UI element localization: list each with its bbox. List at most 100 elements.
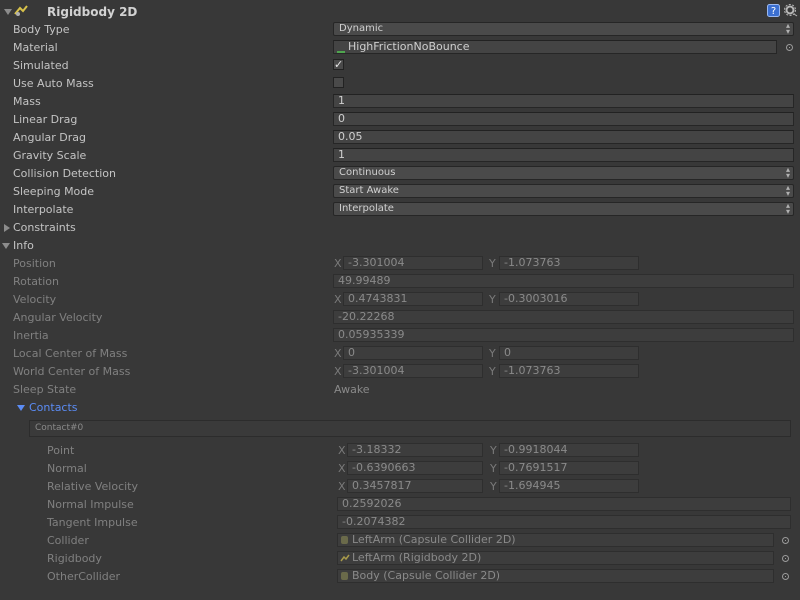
simulated-row: Simulated ✓ <box>0 57 800 75</box>
body-type-value: Dynamic <box>339 23 384 34</box>
world-center-of-mass-x-field: -3.301004 <box>343 364 483 378</box>
material-field[interactable]: HighFrictionNoBounce <box>333 40 777 54</box>
y-axis-label: Y <box>489 257 496 270</box>
collision-detection-dropdown[interactable]: Continuous ▴ ▾ <box>333 166 794 180</box>
world-center-of-mass-row: World Center of Mass X -3.301004 Y -1.07… <box>0 363 800 381</box>
local-center-of-mass-x-field: 0 <box>343 346 483 360</box>
constraints-label: Constraints <box>13 221 76 234</box>
contact-other-collider-row: OtherCollider Body (Capsule Collider 2D) <box>0 568 800 586</box>
contact-point-y-field: -0.9918044 <box>499 443 639 457</box>
inspector-panel: Rigidbody 2D ? Body Type Dynamic ▴ ▾ Mate… <box>0 0 800 600</box>
contact-relative-velocity-x-field: 0.3457817 <box>347 479 483 493</box>
local-center-of-mass-y-field: 0 <box>499 346 639 360</box>
sleep-state-value: Awake <box>334 383 370 396</box>
interpolate-dropdown[interactable]: Interpolate ▴ ▾ <box>333 202 794 216</box>
contact-point-label: Point <box>47 444 75 457</box>
contact-relative-velocity-label: Relative Velocity <box>47 480 139 493</box>
contact-point-x-field: -3.18332 <box>347 443 483 457</box>
simulated-label: Simulated <box>13 59 69 72</box>
sleep-state-row: Sleep State Awake <box>0 381 800 399</box>
contact-rigidbody-field[interactable]: LeftArm (Rigidbody 2D) <box>337 551 774 565</box>
velocity-y-field: -0.3003016 <box>499 292 639 306</box>
contact-collider-label: Collider <box>47 534 89 547</box>
contact-normal-impulse-label: Normal Impulse <box>47 498 134 511</box>
x-axis-label: X <box>338 444 346 457</box>
inertia-label: Inertia <box>13 329 49 342</box>
use-auto-mass-checkbox[interactable] <box>333 77 344 88</box>
simulated-checkbox[interactable]: ✓ <box>333 59 344 70</box>
contact-tangent-impulse-row: Tangent Impulse -0.2074382 <box>0 514 800 532</box>
collision-detection-value: Continuous <box>339 167 396 178</box>
physics-material-icon <box>337 46 345 53</box>
contact-tangent-impulse-label: Tangent Impulse <box>47 516 138 529</box>
local-center-of-mass-row: Local Center of Mass X 0 Y 0 <box>0 345 800 363</box>
inertia-field: 0.05935339 <box>333 328 794 342</box>
contact-relative-velocity-y-field: -1.694945 <box>499 479 639 493</box>
x-axis-label: X <box>334 257 342 270</box>
body-type-dropdown[interactable]: Dynamic ▴ ▾ <box>333 22 794 36</box>
rotation-field: 49.99489 <box>333 274 794 288</box>
contact-rigidbody-value: LeftArm (Rigidbody 2D) <box>352 551 482 564</box>
checkmark-icon: ✓ <box>334 58 344 71</box>
sleeping-mode-row: Sleeping Mode Start Awake ▴ ▾ <box>0 183 800 201</box>
y-axis-label: Y <box>489 293 496 306</box>
gravity-scale-label: Gravity Scale <box>13 149 87 162</box>
gear-icon[interactable] <box>784 4 798 17</box>
gravity-scale-field[interactable]: 1 <box>333 148 794 162</box>
x-axis-label: X <box>334 293 342 306</box>
object-picker-icon[interactable] <box>782 573 789 580</box>
object-picker-icon[interactable] <box>782 537 789 544</box>
contact-collider-field[interactable]: LeftArm (Capsule Collider 2D) <box>337 533 774 547</box>
linear-drag-field[interactable]: 0 <box>333 112 794 126</box>
contact-rigidbody-row: Rigidbody LeftArm (Rigidbody 2D) <box>0 550 800 568</box>
velocity-label: Velocity <box>13 293 57 306</box>
sleeping-mode-dropdown[interactable]: Start Awake ▴ ▾ <box>333 184 794 198</box>
dropdown-arrows-icon: ▴ ▾ <box>785 183 790 198</box>
contact-normal-row: Normal X -0.6390663 Y -0.7691517 <box>0 460 800 478</box>
help-icon[interactable]: ? <box>767 4 780 17</box>
dropdown-arrows-icon: ▴ ▾ <box>785 201 790 216</box>
object-picker-icon[interactable] <box>786 44 793 51</box>
foldout-arrow-icon[interactable] <box>2 243 10 249</box>
contact-relative-velocity-row: Relative Velocity X 0.3457817 Y -1.69494… <box>0 478 800 496</box>
contact-tangent-impulse-field: -0.2074382 <box>337 515 791 529</box>
info-label: Info <box>13 239 34 252</box>
position-label: Position <box>13 257 56 270</box>
contact-header: Contact#0 <box>29 420 791 437</box>
angular-drag-field[interactable]: 0.05 <box>333 130 794 144</box>
y-axis-label: Y <box>490 462 497 475</box>
contact-normal-y-field: -0.7691517 <box>499 461 639 475</box>
contact-point-row: Point X -3.18332 Y -0.9918044 <box>0 442 800 460</box>
sleeping-mode-value: Start Awake <box>339 185 399 196</box>
y-axis-label: Y <box>489 365 496 378</box>
material-value: HighFrictionNoBounce <box>348 40 470 53</box>
component-header[interactable]: Rigidbody 2D ? <box>0 3 800 21</box>
constraints-foldout[interactable]: Constraints <box>0 219 800 237</box>
collision-detection-label: Collision Detection <box>13 167 117 180</box>
material-label: Material <box>13 41 58 54</box>
angular-velocity-row: Angular Velocity -20.22268 <box>0 309 800 327</box>
angular-drag-row: Angular Drag 0.05 <box>0 129 800 147</box>
object-picker-icon[interactable] <box>782 555 789 562</box>
mass-field[interactable]: 1 <box>333 94 794 108</box>
contact-normal-x-field: -0.6390663 <box>347 461 483 475</box>
dropdown-arrows-icon: ▴ ▾ <box>785 21 790 36</box>
contact-normal-impulse-row: Normal Impulse 0.2592026 <box>0 496 800 514</box>
interpolate-label: Interpolate <box>13 203 74 216</box>
contacts-foldout[interactable]: Contacts <box>0 399 800 417</box>
x-axis-label: X <box>334 365 342 378</box>
mass-label: Mass <box>13 95 41 108</box>
angular-drag-label: Angular Drag <box>13 131 86 144</box>
foldout-arrow-icon[interactable] <box>17 405 25 411</box>
foldout-arrow-icon[interactable] <box>4 9 12 15</box>
contact-other-collider-field[interactable]: Body (Capsule Collider 2D) <box>337 569 774 583</box>
x-axis-label: X <box>338 462 346 475</box>
position-row: Position X -3.301004 Y -1.073763 <box>0 255 800 273</box>
info-foldout[interactable]: Info <box>0 237 800 255</box>
world-center-of-mass-y-field: -1.073763 <box>499 364 639 378</box>
svg-text:?: ? <box>771 6 776 17</box>
linear-drag-label: Linear Drag <box>13 113 78 126</box>
foldout-arrow-icon[interactable] <box>4 224 10 232</box>
sleep-state-label: Sleep State <box>13 383 77 396</box>
interpolate-row: Interpolate Interpolate ▴ ▾ <box>0 201 800 219</box>
